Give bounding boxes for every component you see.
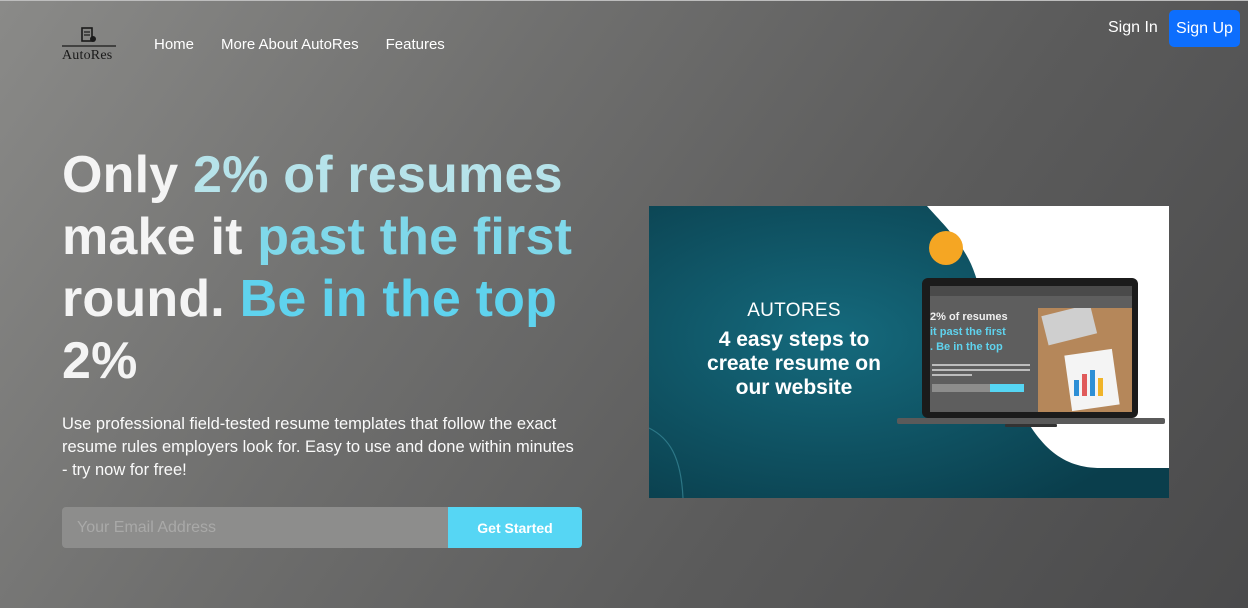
video-brand: AUTORES: [747, 300, 841, 321]
sign-in-link[interactable]: Sign In: [1108, 19, 1158, 37]
screen-input: [932, 384, 990, 392]
decor-dot: [929, 231, 963, 265]
nav-link-home[interactable]: Home: [154, 36, 194, 53]
screen-text-block: [932, 364, 1030, 376]
get-started-button[interactable]: Get Started: [448, 507, 582, 548]
headline-part: past the first: [257, 208, 573, 266]
headline-part: make it: [62, 208, 243, 266]
watermark: FlexClip: [1090, 216, 1155, 233]
sign-up-button[interactable]: Sign Up: [1169, 10, 1240, 47]
headline-part: round.: [62, 270, 225, 328]
screen-line: 2% of resumes: [930, 311, 1008, 323]
screen-line: . Be in the top: [930, 341, 1003, 353]
headline-part: 2% of resumes: [193, 146, 563, 204]
logo-text: AutoRes: [62, 48, 113, 63]
nav-link-about[interactable]: More About AutoRes: [221, 36, 359, 53]
main-nav: Home More About AutoRes Features: [154, 36, 445, 53]
laptop-screen: 2% of resumes it past the first . Be in …: [930, 286, 1132, 412]
hero-headline: Only 2% of resumes make it past the firs…: [62, 144, 602, 392]
headline-part: Only: [62, 146, 179, 204]
video-preview[interactable]: FlexClip AUTORES 4 easy steps to create …: [649, 206, 1169, 498]
screen-button: [990, 384, 1024, 392]
video-title: 4 easy steps to create resume on our web…: [707, 328, 881, 399]
screen-headline: 2% of resumes it past the first . Be in …: [930, 310, 1008, 355]
top-border: [0, 0, 1248, 1]
headline-part: Be in the top: [239, 270, 558, 328]
email-input[interactable]: [62, 507, 448, 548]
screen-line: it past the first: [930, 326, 1006, 338]
document-icon: [62, 27, 116, 47]
signup-form: Get Started: [62, 507, 582, 548]
hero-subtext: Use professional field-tested resume tem…: [62, 415, 574, 479]
logo[interactable]: AutoRes: [60, 26, 118, 66]
headline-part: 2%: [62, 332, 138, 390]
nav-link-features[interactable]: Features: [386, 36, 445, 53]
desk-photo: [1038, 308, 1132, 412]
